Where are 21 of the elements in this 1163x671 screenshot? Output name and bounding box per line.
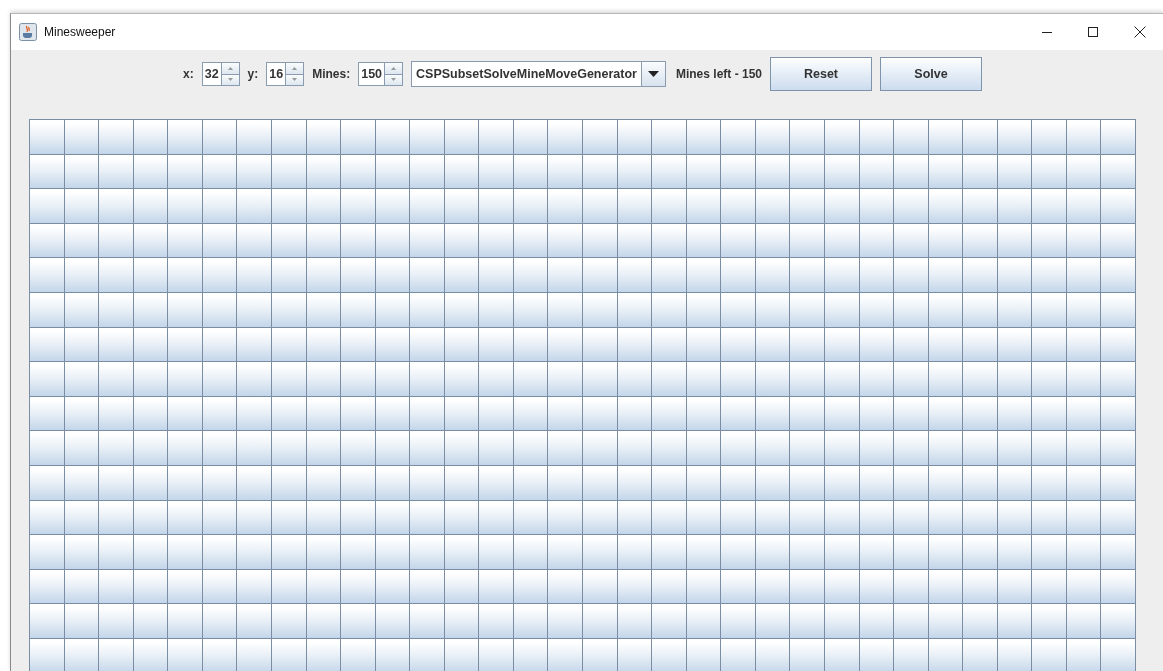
caret-icon[interactable] [647, 71, 659, 77]
up-arrow-icon[interactable] [292, 66, 298, 70]
solve-button[interactable]: Solve [880, 57, 982, 91]
cup-icon [19, 23, 37, 41]
field-label: Mines: [312, 67, 351, 81]
up-arrow-icon[interactable] [391, 66, 397, 70]
field-label: y: [247, 67, 259, 81]
down-arrow-icon[interactable] [227, 78, 233, 82]
field-label: x: [183, 67, 194, 81]
reset-button[interactable]: Reset [770, 57, 872, 91]
down-arrow-icon[interactable] [292, 78, 298, 82]
mines-left-label: Mines left - 150 [675, 67, 762, 81]
up-arrow-icon[interactable] [227, 66, 233, 70]
number-spinner[interactable]: 16 [266, 62, 305, 86]
generator-dropdown[interactable]: CSPSubsetSolveMineMoveGenerator [411, 61, 666, 87]
number-spinner[interactable]: 150 [358, 62, 404, 86]
number-spinner[interactable]: 32 [201, 62, 240, 86]
window-title: Minesweeper [44, 25, 116, 39]
down-arrow-icon[interactable] [391, 78, 397, 82]
maximize-icon[interactable] [1088, 27, 1098, 37]
close-icon[interactable] [1134, 26, 1146, 38]
